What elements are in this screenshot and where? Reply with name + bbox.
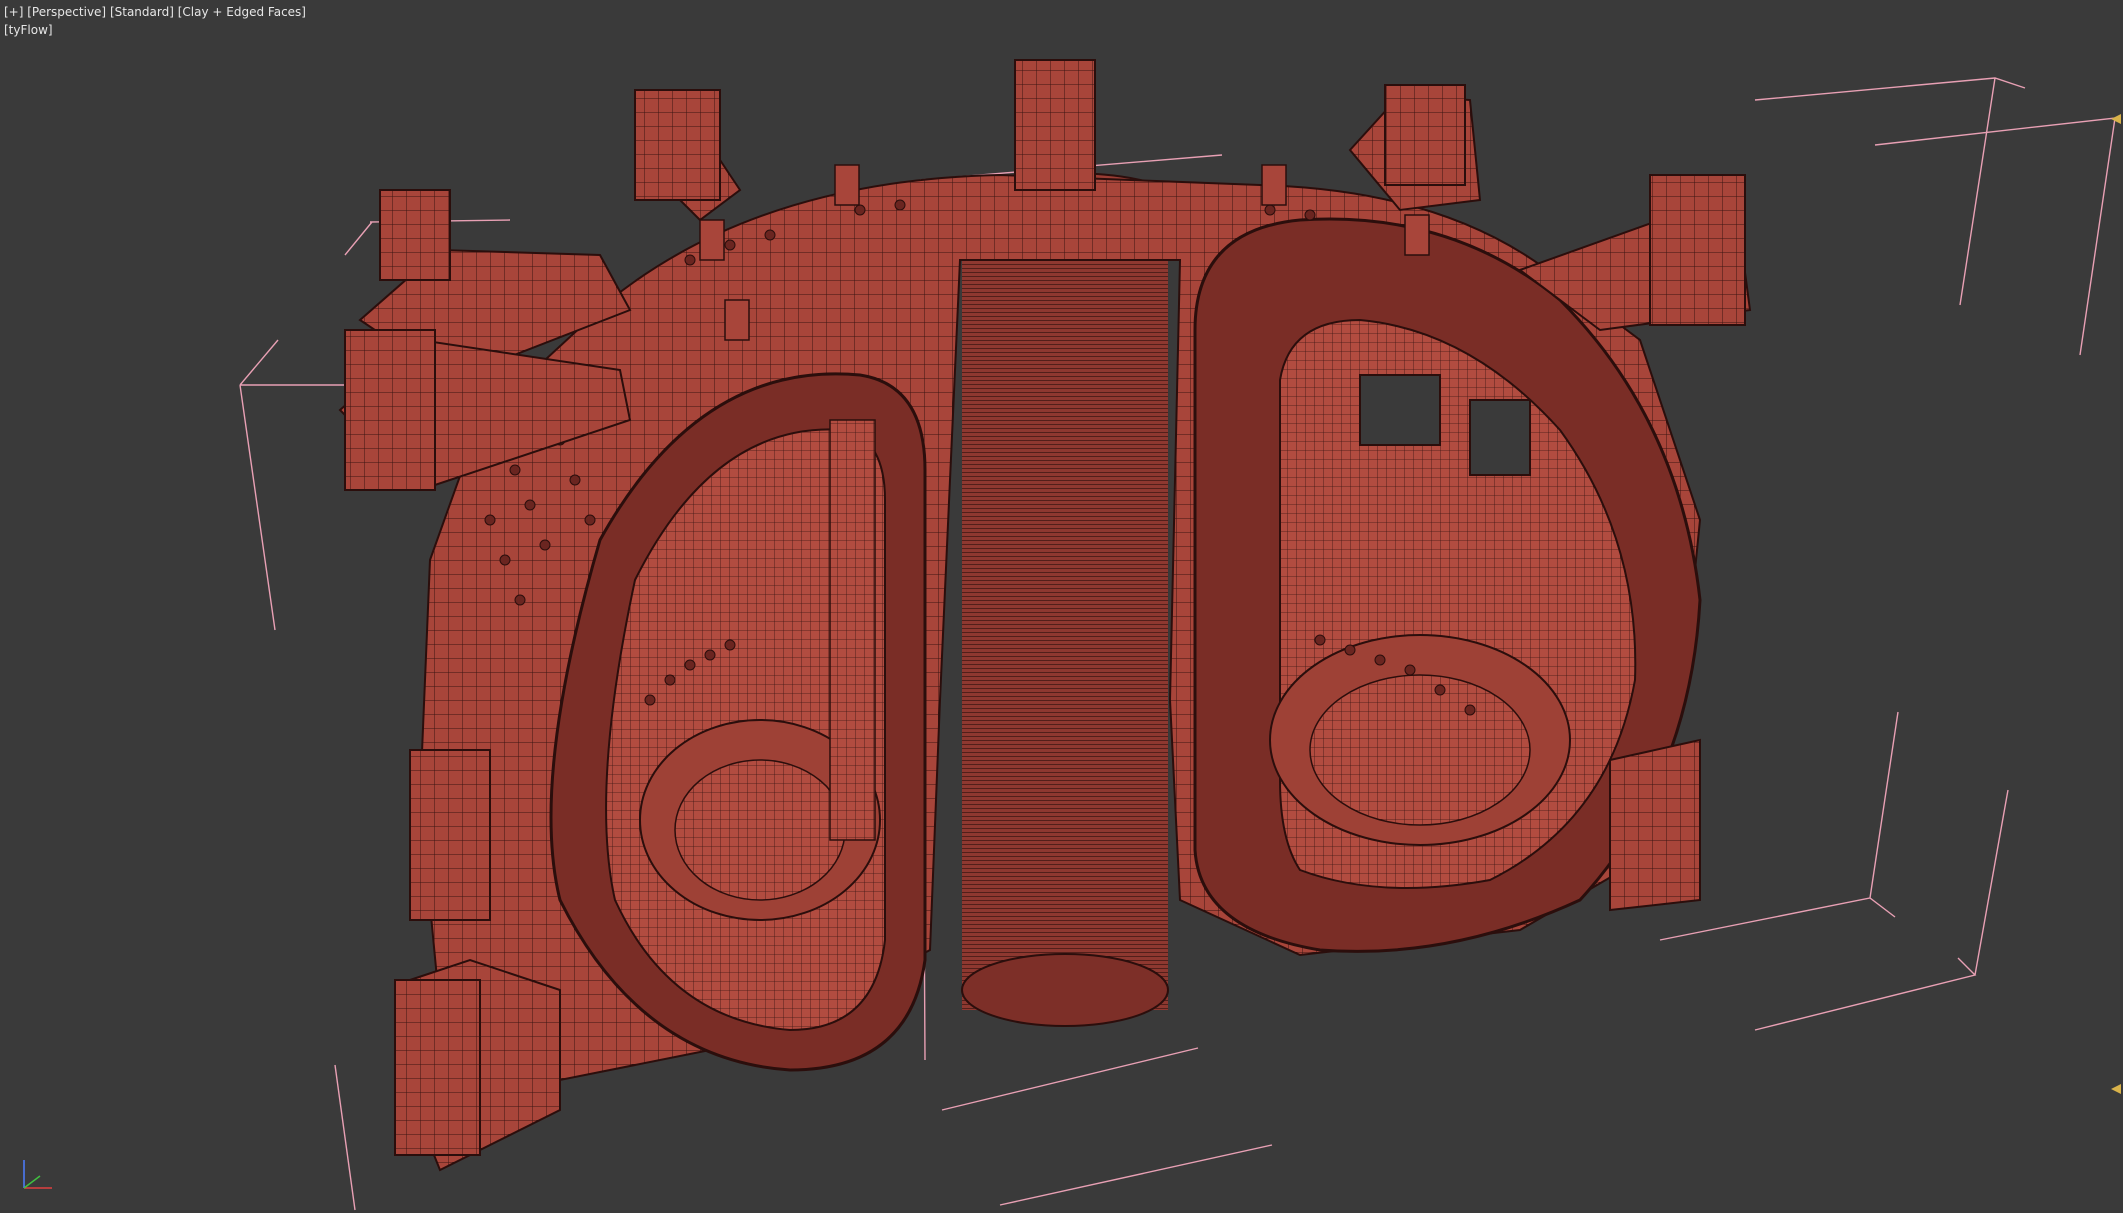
viewport-plugin-bar: [tyFlow] — [4, 23, 53, 37]
shading-mode-label[interactable]: [Standard] — [110, 5, 174, 19]
viewport-edge-marker-icon — [2111, 114, 2121, 124]
viewport-menu-button[interactable]: [+] — [4, 5, 23, 19]
viewport-edge-marker-icon — [2111, 1084, 2121, 1094]
display-style-label[interactable]: [Clay + Edged Faces] — [178, 5, 306, 19]
perspective-viewport[interactable]: [+] [Perspective] [Standard] [Clay + Edg… — [0, 0, 2123, 1213]
tokamak-model-scene[interactable] — [0, 0, 2123, 1213]
view-point-label[interactable]: [Perspective] — [27, 5, 106, 19]
central-solenoid — [961, 172, 1169, 1027]
viewport-label-bar: [+] [Perspective] [Standard] [Clay + Edg… — [4, 5, 306, 19]
tyflow-label[interactable]: [tyFlow] — [4, 23, 53, 37]
axis-gizmo-icon — [23, 1160, 52, 1189]
